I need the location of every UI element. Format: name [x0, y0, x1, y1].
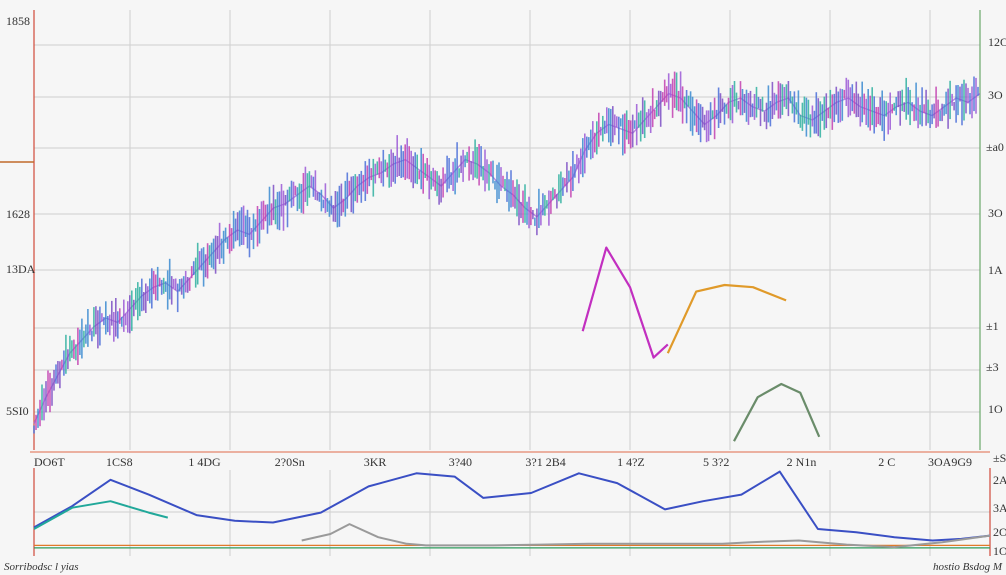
right-tick-label: ±a0: [986, 140, 1004, 154]
footer-right-text: hostio Bsdog M: [933, 561, 1003, 573]
right-tick-label: ±1: [986, 319, 999, 333]
x-tick-label: 1 4?Z: [617, 455, 645, 469]
footer-left-text: Sorribodsc l yias: [4, 561, 79, 573]
left-tick-label: 1858: [6, 14, 30, 28]
indicator-right-tick-label: 2O: [993, 525, 1006, 539]
left-tick-label: 1628: [6, 207, 30, 221]
x-tick-label: 1 4DG: [188, 455, 221, 469]
x-tick-label: 5 3?2: [703, 455, 729, 469]
left-tick-label: 5SI0: [6, 404, 29, 418]
x-tick-label: DO6T: [34, 455, 65, 469]
right-tick-label: ±3: [986, 360, 999, 374]
x-tick-label: 1CS8: [106, 455, 133, 469]
x-tick-label: 3KR: [364, 455, 387, 469]
right-tick-label: 3O: [988, 88, 1003, 102]
indicator-right-tick-label: ±S: [993, 451, 1006, 465]
left-tick-label: 13DA: [6, 262, 36, 276]
x-tick-label: 2 N1n: [787, 455, 817, 469]
x-tick-label: 3?1 2B4: [525, 455, 565, 469]
x-tick-label: 2 C: [878, 455, 895, 469]
indicator-right-tick-label: 1O: [993, 544, 1006, 558]
x-tick-label: 3OA9G9: [928, 455, 972, 469]
right-tick-label: 12O: [988, 35, 1006, 49]
right-tick-label: 3O: [988, 206, 1003, 220]
chart-background: [0, 0, 1006, 575]
indicator-right-tick-label: 3A: [993, 501, 1006, 515]
indicator-right-tick-label: 2A: [993, 473, 1006, 487]
x-tick-label: 2?0Sn: [275, 455, 305, 469]
right-tick-label: 1O: [988, 402, 1003, 416]
x-tick-label: 3?40: [449, 455, 472, 469]
right-tick-label: 1A: [988, 263, 1003, 277]
chart-canvas: 1858 1628 13DA 5SI0 12O 3O ±a0 3O 1A ±1 …: [0, 0, 1006, 575]
